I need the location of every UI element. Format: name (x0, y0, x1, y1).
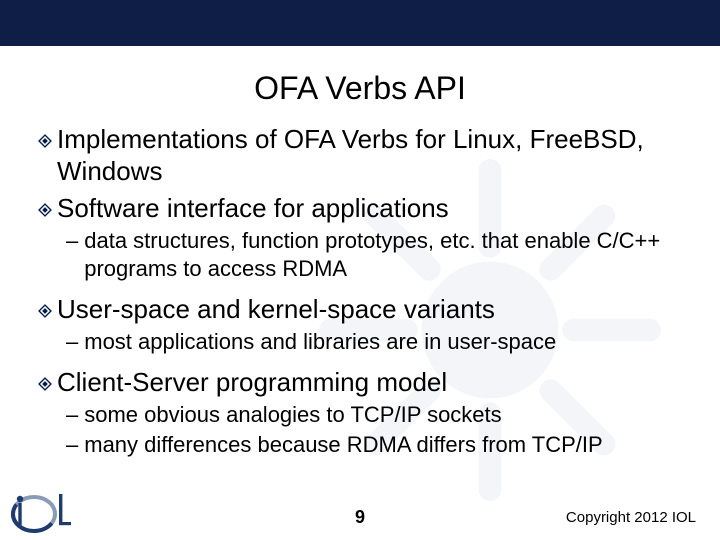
bullet-text: Client-Server programming model (57, 367, 447, 399)
bullet-item: Implementations of OFA Verbs for Linux, … (38, 124, 690, 187)
sub-bullet-item: – most applications and libraries are in… (66, 328, 690, 356)
dash-bullet-icon: – (66, 401, 78, 429)
dash-bullet-icon: – (66, 328, 78, 356)
footer: 9 Copyright 2012 IOL (0, 484, 720, 540)
sub-bullet-text: some obvious analogies to TCP/IP sockets (84, 401, 501, 429)
slide-content: Implementations of OFA Verbs for Linux, … (38, 118, 690, 460)
bullet-item: Software interface for applications – da… (38, 193, 690, 282)
sub-bullet-item: – many differences because RDMA differs … (66, 431, 690, 459)
bullet-item: Client-Server programming model – some o… (38, 367, 690, 458)
sub-bullet-item: – some obvious analogies to TCP/IP socke… (66, 401, 690, 429)
top-bar (0, 0, 720, 46)
slide-title: OFA Verbs API (0, 70, 720, 107)
diamond-bullet-icon (38, 304, 52, 318)
diamond-bullet-icon (38, 134, 52, 148)
bullet-text: Implementations of OFA Verbs for Linux, … (57, 124, 690, 187)
diamond-bullet-icon (38, 377, 52, 391)
bullet-item: User-space and kernel-space variants – m… (38, 294, 690, 355)
sub-bullet-item: – data structures, function prototypes, … (66, 227, 690, 282)
bullet-text: Software interface for applications (57, 193, 449, 225)
sub-bullet-text: many differences because RDMA differs fr… (84, 431, 602, 459)
sub-bullet-text: most applications and libraries are in u… (84, 328, 556, 356)
copyright-text: Copyright 2012 IOL (566, 509, 696, 526)
dash-bullet-icon: – (66, 431, 78, 459)
dash-bullet-icon: – (66, 227, 78, 255)
slide: OFA Verbs API Implementations of OFA Ver… (0, 0, 720, 540)
bullet-text: User-space and kernel-space variants (57, 294, 495, 326)
diamond-bullet-icon (38, 203, 52, 217)
sub-bullet-text: data structures, function prototypes, et… (84, 227, 690, 282)
